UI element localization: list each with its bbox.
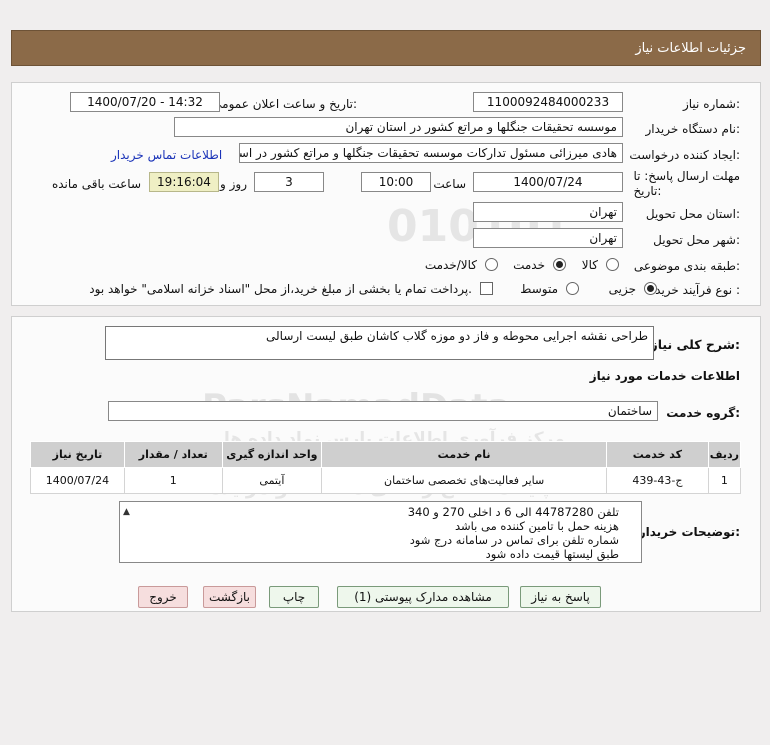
reply-button[interactable]: پاسخ به نیاز xyxy=(520,586,601,608)
col-unit: واحد اندازه گیری xyxy=(221,441,323,468)
category-radio-goods[interactable] xyxy=(606,258,619,271)
buyer-notes-textarea[interactable]: ▲ تلفن 44787280 الی 6 د اخلی 270 و 340 ه… xyxy=(119,501,642,563)
province-field: تهران xyxy=(473,202,623,222)
category-radio-goods-service[interactable] xyxy=(485,258,498,271)
category-label: طبقه بندی موضوعی: xyxy=(633,259,740,273)
deadline-label-line1: مهلت ارسال پاسخ: تا xyxy=(633,169,740,183)
days-field: 3 xyxy=(254,172,324,192)
buyer-contact-link[interactable]: اطلاعات تماس خریدار xyxy=(111,148,222,162)
need-number-field: 1100092484000233 xyxy=(473,92,623,112)
creator-label: ایجاد کننده درخواست: xyxy=(629,148,740,162)
category-radio-service[interactable] xyxy=(553,258,566,271)
col-row-number: ردیف xyxy=(707,441,742,468)
buyer-org-label: نام دستگاه خریدار: xyxy=(645,122,741,136)
services-section-title: اطلاعات خدمات مورد نیاز xyxy=(589,369,740,383)
payment-note: پرداخت تمام یا بخشی از مبلغ خرید،از محل … xyxy=(89,282,472,296)
buyer-note-line: شماره تلفن برای تماس در سامانه درج شود xyxy=(409,533,619,547)
announce-label: تاریخ و ساعت اعلان عمومی: xyxy=(212,97,357,111)
buyer-note-line: هزینه حمل با تامین کننده می باشد xyxy=(454,519,619,533)
page-title: جزئیات اطلاعات نیاز xyxy=(635,41,746,56)
cell-row-number: 1 xyxy=(707,467,742,494)
table-row: 1 ج-43-439 سایر فعالیت‌های تخصصی ساختمان… xyxy=(30,467,742,494)
exit-button[interactable]: خروج xyxy=(138,586,188,608)
cell-need-date: 1400/07/24 xyxy=(30,467,125,494)
table-header-row: ردیف کد خدمت نام خدمت واحد اندازه گیری ت… xyxy=(30,441,742,468)
deadline-label: مهلت ارسال پاسخ: تا تاریخ: xyxy=(633,169,740,198)
buyer-org-field: موسسه تحقیقات جنگلها و مراتع کشور در است… xyxy=(174,117,623,137)
page-header: جزئیات اطلاعات نیاز xyxy=(11,30,761,66)
cell-service-code: ج-43-439 xyxy=(606,467,709,494)
buyer-note-line: طبق لیستها قیمت داده شود xyxy=(485,547,619,561)
services-table: ردیف کد خدمت نام خدمت واحد اندازه گیری ت… xyxy=(30,441,742,494)
scroll-up-icon[interactable]: ▲ xyxy=(123,505,130,519)
deadline-label-line2: تاریخ: xyxy=(633,184,662,198)
city-label: شهر محل تحویل: xyxy=(653,233,740,247)
category-option-goods: کالا xyxy=(581,258,598,272)
back-button[interactable]: بازگشت xyxy=(203,586,256,608)
summary-label: شرح کلی نیاز: xyxy=(650,337,741,352)
province-label: استان محل تحویل: xyxy=(645,207,740,221)
creator-field: هادی میرزائی مسئول تدارکات موسسه تحقیقات… xyxy=(239,143,623,163)
buyer-note-line: تلفن 44787280 الی 6 د اخلی 270 و 340 xyxy=(407,505,619,519)
buyer-notes-label: توضیحات خریدار: xyxy=(638,525,740,539)
cell-quantity: 1 xyxy=(123,467,223,494)
deadline-time-field: 10:00 xyxy=(361,172,431,192)
col-quantity: تعداد / مقدار xyxy=(123,441,223,468)
process-label: نوع فرآیند خرید : xyxy=(655,283,740,297)
deadline-time-label: ساعت xyxy=(433,177,466,191)
city-field: تهران xyxy=(473,228,623,248)
process-radio-minor[interactable] xyxy=(644,282,657,295)
remaining-time-label: ساعت باقی مانده xyxy=(51,177,141,191)
treasury-checkbox[interactable] xyxy=(480,282,493,295)
print-button[interactable]: چاپ xyxy=(269,586,319,608)
summary-field: طراحی نقشه اجرایی محوطه و فاز دو موزه گل… xyxy=(105,326,654,360)
process-option-minor: جزیی xyxy=(608,282,636,296)
need-number-label: شماره نیاز: xyxy=(682,97,740,111)
days-label: روز و xyxy=(220,177,247,191)
cell-unit: آیتمی xyxy=(221,467,323,494)
service-group-field: ساختمان xyxy=(108,401,658,421)
process-radio-medium[interactable] xyxy=(566,282,579,295)
col-service-name: نام خدمت xyxy=(321,441,608,468)
announce-field: 1400/07/20 - 14:32 xyxy=(70,92,220,112)
category-option-goods-service: کالا/خدمت xyxy=(424,258,477,272)
service-group-label: گروه خدمت: xyxy=(666,406,740,420)
need-details-panel: ParsNamadData مرکز فرآوری اطلاعات پارس ن… xyxy=(11,316,761,612)
cell-service-name: سایر فعالیت‌های تخصصی ساختمان xyxy=(321,467,608,494)
category-option-service: خدمت xyxy=(513,258,545,272)
process-option-medium: متوسط xyxy=(520,282,558,296)
col-service-code: کد خدمت xyxy=(606,441,709,468)
deadline-date-field: 1400/07/24 xyxy=(473,172,623,192)
col-need-date: تاریخ نیاز xyxy=(30,441,125,468)
remaining-time-field: 19:16:04 xyxy=(149,172,219,192)
need-info-panel: 010101 شماره نیاز: 1100092484000233 تاری… xyxy=(11,82,761,306)
view-attachments-button[interactable]: مشاهده مدارک پیوستی (1) xyxy=(337,586,509,608)
